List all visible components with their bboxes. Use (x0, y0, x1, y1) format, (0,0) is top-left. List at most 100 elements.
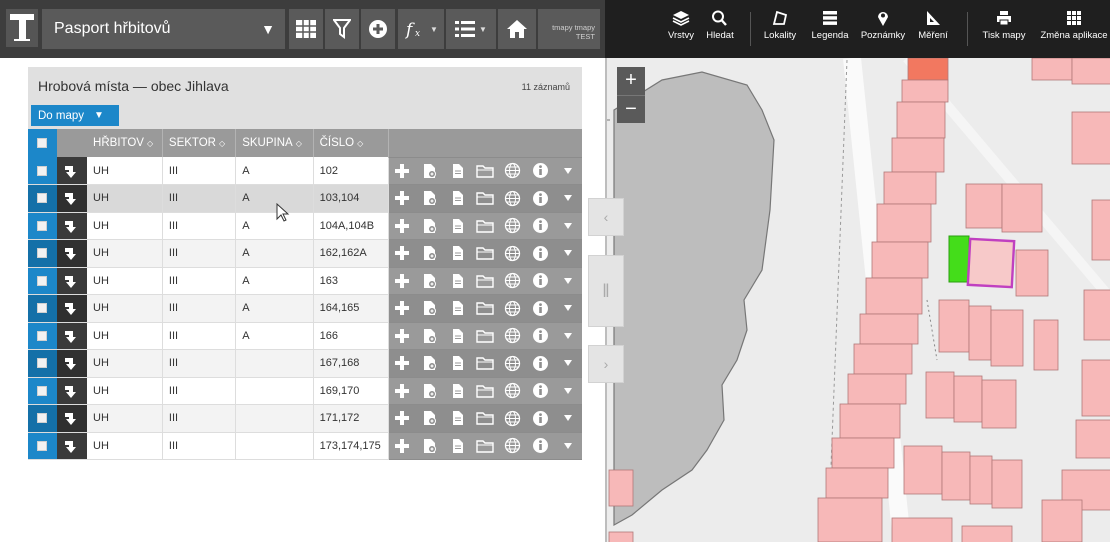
table-row[interactable]: UH III A 162,162A (28, 239, 582, 268)
row-menu-button[interactable] (554, 404, 582, 433)
document-button[interactable] (444, 212, 471, 240)
table-row[interactable]: UH III 169,170 (28, 377, 582, 405)
add-record-button[interactable] (361, 9, 395, 49)
add-document-button[interactable] (415, 212, 445, 240)
folder-button[interactable] (470, 404, 499, 433)
function-menu-button[interactable]: f x (398, 9, 444, 49)
add-button[interactable] (388, 294, 416, 323)
row-navigate-button[interactable] (56, 404, 88, 433)
row-menu-button[interactable] (554, 212, 582, 240)
map-menu-measure[interactable]: Měření (913, 10, 953, 50)
info-button[interactable] (526, 184, 555, 213)
add-document-button[interactable] (415, 322, 445, 350)
row-navigate-button[interactable] (56, 294, 88, 323)
row-checkbox[interactable] (28, 157, 57, 185)
folder-button[interactable] (470, 349, 499, 378)
folder-button[interactable] (470, 432, 499, 460)
filter-button[interactable] (325, 9, 359, 49)
document-button[interactable] (444, 404, 471, 433)
show-on-map-button[interactable] (498, 294, 527, 323)
row-checkbox[interactable] (28, 239, 57, 268)
info-button[interactable] (526, 322, 555, 350)
info-button[interactable] (526, 212, 555, 240)
row-menu-button[interactable] (554, 377, 582, 405)
row-menu-button[interactable] (554, 294, 582, 323)
row-checkbox[interactable] (28, 212, 57, 240)
row-menu-button[interactable] (554, 239, 582, 268)
row-menu-button[interactable] (554, 157, 582, 185)
table-view-button[interactable] (289, 9, 323, 49)
map-canvas[interactable] (605, 58, 1110, 542)
row-navigate-button[interactable] (56, 432, 88, 460)
map-menu-print[interactable]: Tisk mapy (979, 10, 1029, 50)
row-checkbox[interactable] (28, 267, 57, 295)
map-menu-notes[interactable]: Poznámky (859, 10, 907, 50)
info-button[interactable] (526, 349, 555, 378)
project-select[interactable]: Pasport hřbitovů ▼ (42, 9, 285, 49)
map-menu-localities[interactable]: Lokality (759, 10, 801, 50)
document-button[interactable] (444, 294, 471, 323)
collapse-left-button[interactable]: ‹ (588, 198, 624, 236)
column-header-sektor[interactable]: SEKTOR ◇ (162, 129, 237, 157)
folder-button[interactable] (470, 267, 499, 295)
info-button[interactable] (526, 432, 555, 460)
document-button[interactable] (444, 432, 471, 460)
row-checkbox[interactable] (28, 322, 57, 350)
zoom-out-button[interactable]: − (617, 95, 645, 123)
row-navigate-button[interactable] (56, 349, 88, 378)
map-menu-legend[interactable]: Legenda (807, 10, 853, 50)
folder-button[interactable] (470, 294, 499, 323)
add-document-button[interactable] (415, 267, 445, 295)
info-button[interactable] (526, 239, 555, 268)
table-row[interactable]: UH III 171,172 (28, 404, 582, 433)
home-button[interactable] (498, 9, 536, 49)
zoom-in-button[interactable]: + (617, 67, 645, 95)
show-on-map-button[interactable] (498, 404, 527, 433)
show-on-map-button[interactable] (498, 239, 527, 268)
row-menu-button[interactable] (554, 349, 582, 378)
show-on-map-button[interactable] (498, 432, 527, 460)
show-on-map-button[interactable] (498, 322, 527, 350)
row-menu-button[interactable] (554, 184, 582, 213)
list-menu-button[interactable] (446, 9, 496, 49)
show-on-map-button[interactable] (498, 349, 527, 378)
add-document-button[interactable] (415, 404, 445, 433)
table-row[interactable]: UH III A 166 (28, 322, 582, 350)
select-all-checkbox[interactable] (28, 129, 57, 157)
info-button[interactable] (526, 157, 555, 185)
map-menu-change-app[interactable]: Změna aplikace (1037, 10, 1110, 50)
row-checkbox[interactable] (28, 184, 57, 213)
document-button[interactable] (444, 377, 471, 405)
document-button[interactable] (444, 349, 471, 378)
add-document-button[interactable] (415, 432, 445, 460)
table-row[interactable]: UH III 167,168 (28, 349, 582, 378)
add-button[interactable] (388, 184, 416, 213)
folder-button[interactable] (470, 377, 499, 405)
add-button[interactable] (388, 349, 416, 378)
app-logo[interactable] (6, 9, 38, 47)
folder-button[interactable] (470, 212, 499, 240)
folder-button[interactable] (470, 239, 499, 268)
column-header-skupina[interactable]: SKUPINA ◇ (235, 129, 314, 157)
column-header-hrbitov[interactable]: HŘBITOV ◇ (87, 129, 163, 157)
show-on-map-button[interactable] (498, 377, 527, 405)
row-checkbox[interactable] (28, 404, 57, 433)
info-button[interactable] (526, 294, 555, 323)
show-on-map-button[interactable] (498, 267, 527, 295)
column-header-cislo[interactable]: ČÍSLO ◇ (313, 129, 389, 157)
info-button[interactable] (526, 377, 555, 405)
document-button[interactable] (444, 184, 471, 213)
row-navigate-button[interactable] (56, 157, 88, 185)
document-button[interactable] (444, 157, 471, 185)
table-row[interactable]: UH III A 164,165 (28, 294, 582, 323)
add-document-button[interactable] (415, 349, 445, 378)
row-navigate-button[interactable] (56, 212, 88, 240)
table-row[interactable]: UH III A 104A,104B (28, 212, 582, 240)
table-row[interactable]: UH III 173,174,175 (28, 432, 582, 460)
table-row[interactable]: UH III A 102 (28, 157, 582, 185)
table-row[interactable]: UH III A 163 (28, 267, 582, 295)
add-button[interactable] (388, 267, 416, 295)
cemetery-map[interactable] (607, 58, 1110, 542)
add-button[interactable] (388, 377, 416, 405)
add-button[interactable] (388, 212, 416, 240)
